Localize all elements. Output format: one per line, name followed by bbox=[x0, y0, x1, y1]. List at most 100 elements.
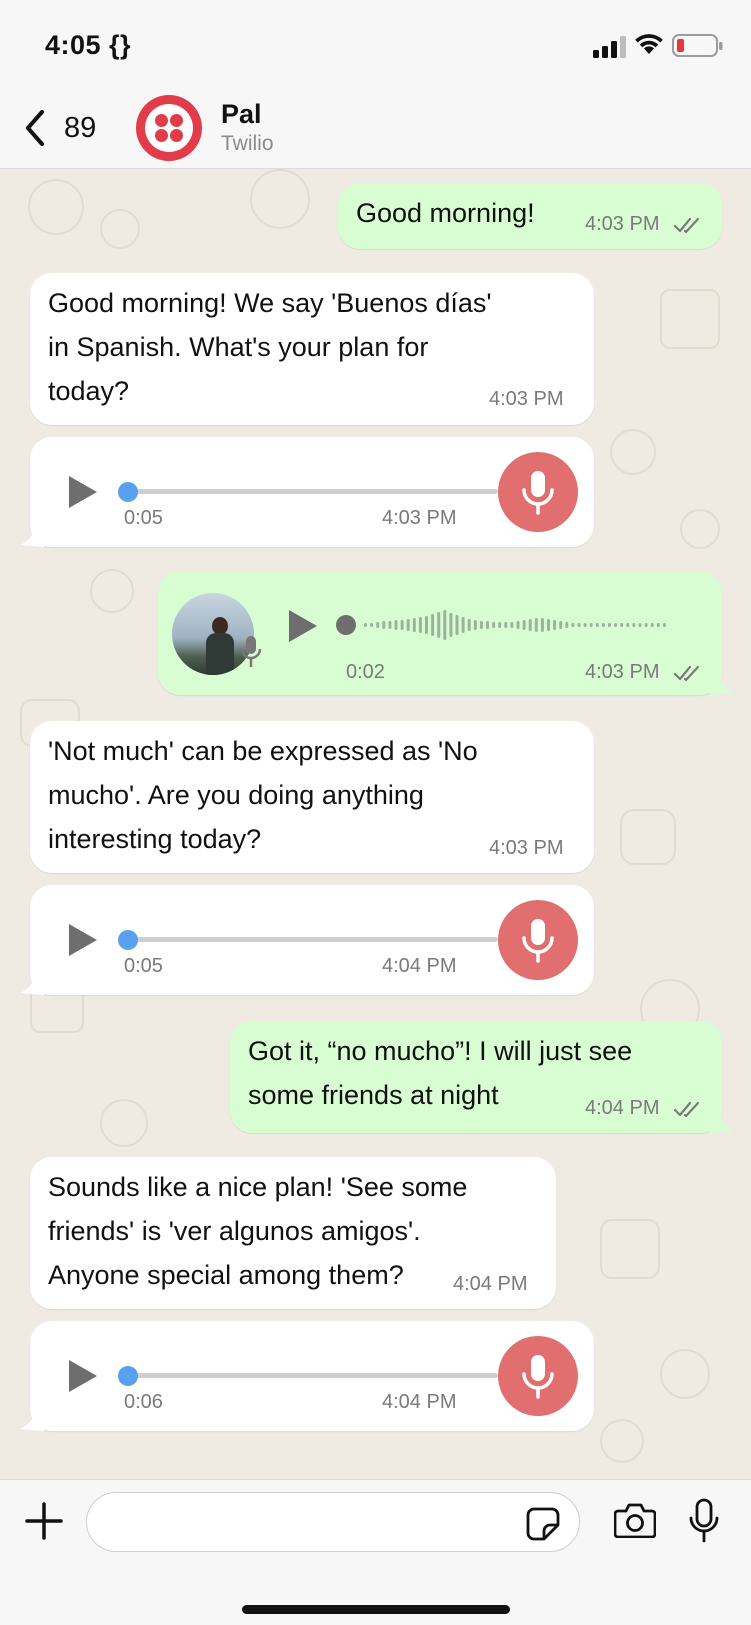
microphone-icon bbox=[522, 919, 554, 963]
message-outgoing[interactable]: Good morning! 4:03 PM bbox=[338, 183, 722, 249]
waveform-bar bbox=[553, 620, 557, 630]
message-time: 4:04 PM bbox=[453, 1273, 528, 1295]
message-text: Good morning! We say 'Buenos días' in Sp… bbox=[48, 281, 492, 413]
waveform-bar bbox=[492, 622, 496, 628]
chevron-left-icon[interactable] bbox=[20, 108, 50, 148]
wallpaper-doodle bbox=[100, 209, 140, 249]
voice-message-outgoing[interactable]: 0:02 4:03 PM bbox=[158, 571, 722, 695]
message-time: 4:03 PM bbox=[382, 507, 457, 529]
wallpaper-doodle bbox=[610, 429, 656, 475]
audio-duration: 0:05 bbox=[124, 507, 163, 529]
message-text: Sounds like a nice plan! 'See some frien… bbox=[48, 1165, 467, 1297]
chat-area[interactable]: Good morning! 4:03 PM Good morning! We s… bbox=[0, 169, 751, 1479]
microphone-icon[interactable] bbox=[688, 1498, 720, 1544]
audio-progress-track[interactable] bbox=[128, 937, 498, 942]
waveform-bar bbox=[632, 623, 636, 627]
audio-message-incoming[interactable]: 0:06 4:04 PM bbox=[30, 1321, 594, 1431]
contact-avatar[interactable] bbox=[136, 95, 202, 161]
waveform-bar bbox=[608, 623, 611, 627]
message-time: 4:03 PM bbox=[585, 213, 660, 235]
waveform-bar bbox=[431, 614, 435, 636]
audio-progress-track[interactable] bbox=[128, 1373, 498, 1378]
waveform-bar bbox=[382, 621, 386, 629]
audio-progress-track[interactable] bbox=[128, 489, 498, 494]
camera-icon[interactable] bbox=[614, 1502, 656, 1538]
bubble-tail bbox=[20, 523, 44, 547]
message-line: in Spanish. What's your plan for bbox=[48, 332, 429, 362]
sticker-icon[interactable] bbox=[526, 1507, 560, 1541]
message-line: 'Not much' can be expressed as 'No bbox=[48, 736, 478, 766]
message-outgoing[interactable]: Got it, “no mucho”! I will just see some… bbox=[230, 1021, 722, 1133]
contact-subtitle: Twilio bbox=[221, 132, 274, 155]
waveform-bar bbox=[461, 617, 465, 633]
waveform-bar bbox=[437, 612, 441, 638]
waveform-bar bbox=[559, 621, 563, 629]
message-input[interactable] bbox=[86, 1492, 580, 1552]
signal-icon bbox=[593, 36, 626, 58]
message-incoming[interactable]: Sounds like a nice plan! 'See some frien… bbox=[30, 1157, 556, 1309]
waveform-bar bbox=[650, 623, 654, 627]
input-bar bbox=[0, 1479, 751, 1625]
play-icon[interactable] bbox=[288, 609, 318, 643]
audio-sender-mic bbox=[498, 452, 578, 532]
waveform-bar bbox=[479, 621, 483, 629]
waveform-bar bbox=[443, 610, 447, 640]
wallpaper-doodle bbox=[600, 1419, 644, 1463]
microphone-icon bbox=[240, 636, 262, 667]
waveform-bar bbox=[498, 622, 502, 628]
plus-icon[interactable] bbox=[25, 1502, 63, 1540]
audio-duration: 0:02 bbox=[346, 661, 385, 683]
contact-name[interactable]: Pal bbox=[221, 99, 262, 130]
wallpaper-doodle bbox=[680, 509, 720, 549]
audio-message-incoming[interactable]: 0:05 4:03 PM bbox=[30, 437, 594, 547]
wallpaper-doodle bbox=[100, 1099, 148, 1147]
waveform-bar bbox=[376, 622, 380, 628]
waveform-bar bbox=[486, 621, 489, 629]
audio-message-incoming[interactable]: 0:05 4:04 PM bbox=[30, 885, 594, 995]
status-time: 4:05 {} bbox=[45, 30, 132, 60]
play-icon[interactable] bbox=[68, 923, 98, 957]
back-unread-count[interactable]: 89 bbox=[64, 112, 96, 145]
wallpaper-doodle bbox=[250, 169, 310, 229]
waveform-bar bbox=[400, 620, 404, 630]
waveform-bar bbox=[577, 623, 581, 627]
message-line: Got it, “no mucho”! I will just see bbox=[248, 1036, 633, 1066]
waveform-bar bbox=[626, 623, 630, 627]
waveform-bar bbox=[583, 623, 587, 627]
message-incoming[interactable]: Good morning! We say 'Buenos días' in Sp… bbox=[30, 273, 594, 425]
battery-icon bbox=[672, 34, 723, 57]
waveform-bar bbox=[364, 623, 367, 627]
message-time: 4:03 PM bbox=[489, 388, 564, 410]
wallpaper-doodle bbox=[620, 809, 676, 865]
logo-dot bbox=[170, 129, 183, 142]
home-indicator bbox=[242, 1605, 510, 1614]
waveform-bar bbox=[571, 623, 575, 627]
double-check-icon bbox=[674, 217, 700, 234]
waveform-bar bbox=[565, 622, 569, 628]
bubble-tail bbox=[710, 1109, 734, 1133]
audio-progress-knob[interactable] bbox=[118, 930, 138, 950]
waveform-bar bbox=[589, 623, 593, 627]
audio-progress-knob[interactable] bbox=[118, 482, 138, 502]
message-line: Good morning! We say 'Buenos días' bbox=[48, 288, 492, 318]
waveform-bar bbox=[638, 623, 642, 627]
audio-progress-knob[interactable] bbox=[118, 1366, 138, 1386]
twilio-logo bbox=[145, 104, 193, 152]
message-time: 4:04 PM bbox=[382, 1391, 457, 1413]
bubble-tail bbox=[20, 971, 44, 995]
waveform-bar bbox=[620, 623, 624, 627]
waveform-bar bbox=[644, 623, 648, 627]
play-icon[interactable] bbox=[68, 1359, 98, 1393]
message-incoming[interactable]: 'Not much' can be expressed as 'No mucho… bbox=[30, 721, 594, 873]
message-line: friends' is 'ver algunos amigos'. bbox=[48, 1216, 421, 1246]
message-text: 'Not much' can be expressed as 'No mucho… bbox=[48, 729, 478, 861]
bubble-tail bbox=[20, 1407, 44, 1431]
message-time: 4:04 PM bbox=[585, 1097, 660, 1119]
waveform-bar bbox=[540, 618, 544, 632]
audio-duration: 0:05 bbox=[124, 955, 163, 977]
wallpaper-doodle bbox=[660, 289, 720, 349]
play-icon[interactable] bbox=[68, 475, 98, 509]
message-time: 4:03 PM bbox=[585, 661, 660, 683]
voice-waveform[interactable] bbox=[336, 607, 676, 643]
waveform-bar bbox=[467, 619, 471, 631]
